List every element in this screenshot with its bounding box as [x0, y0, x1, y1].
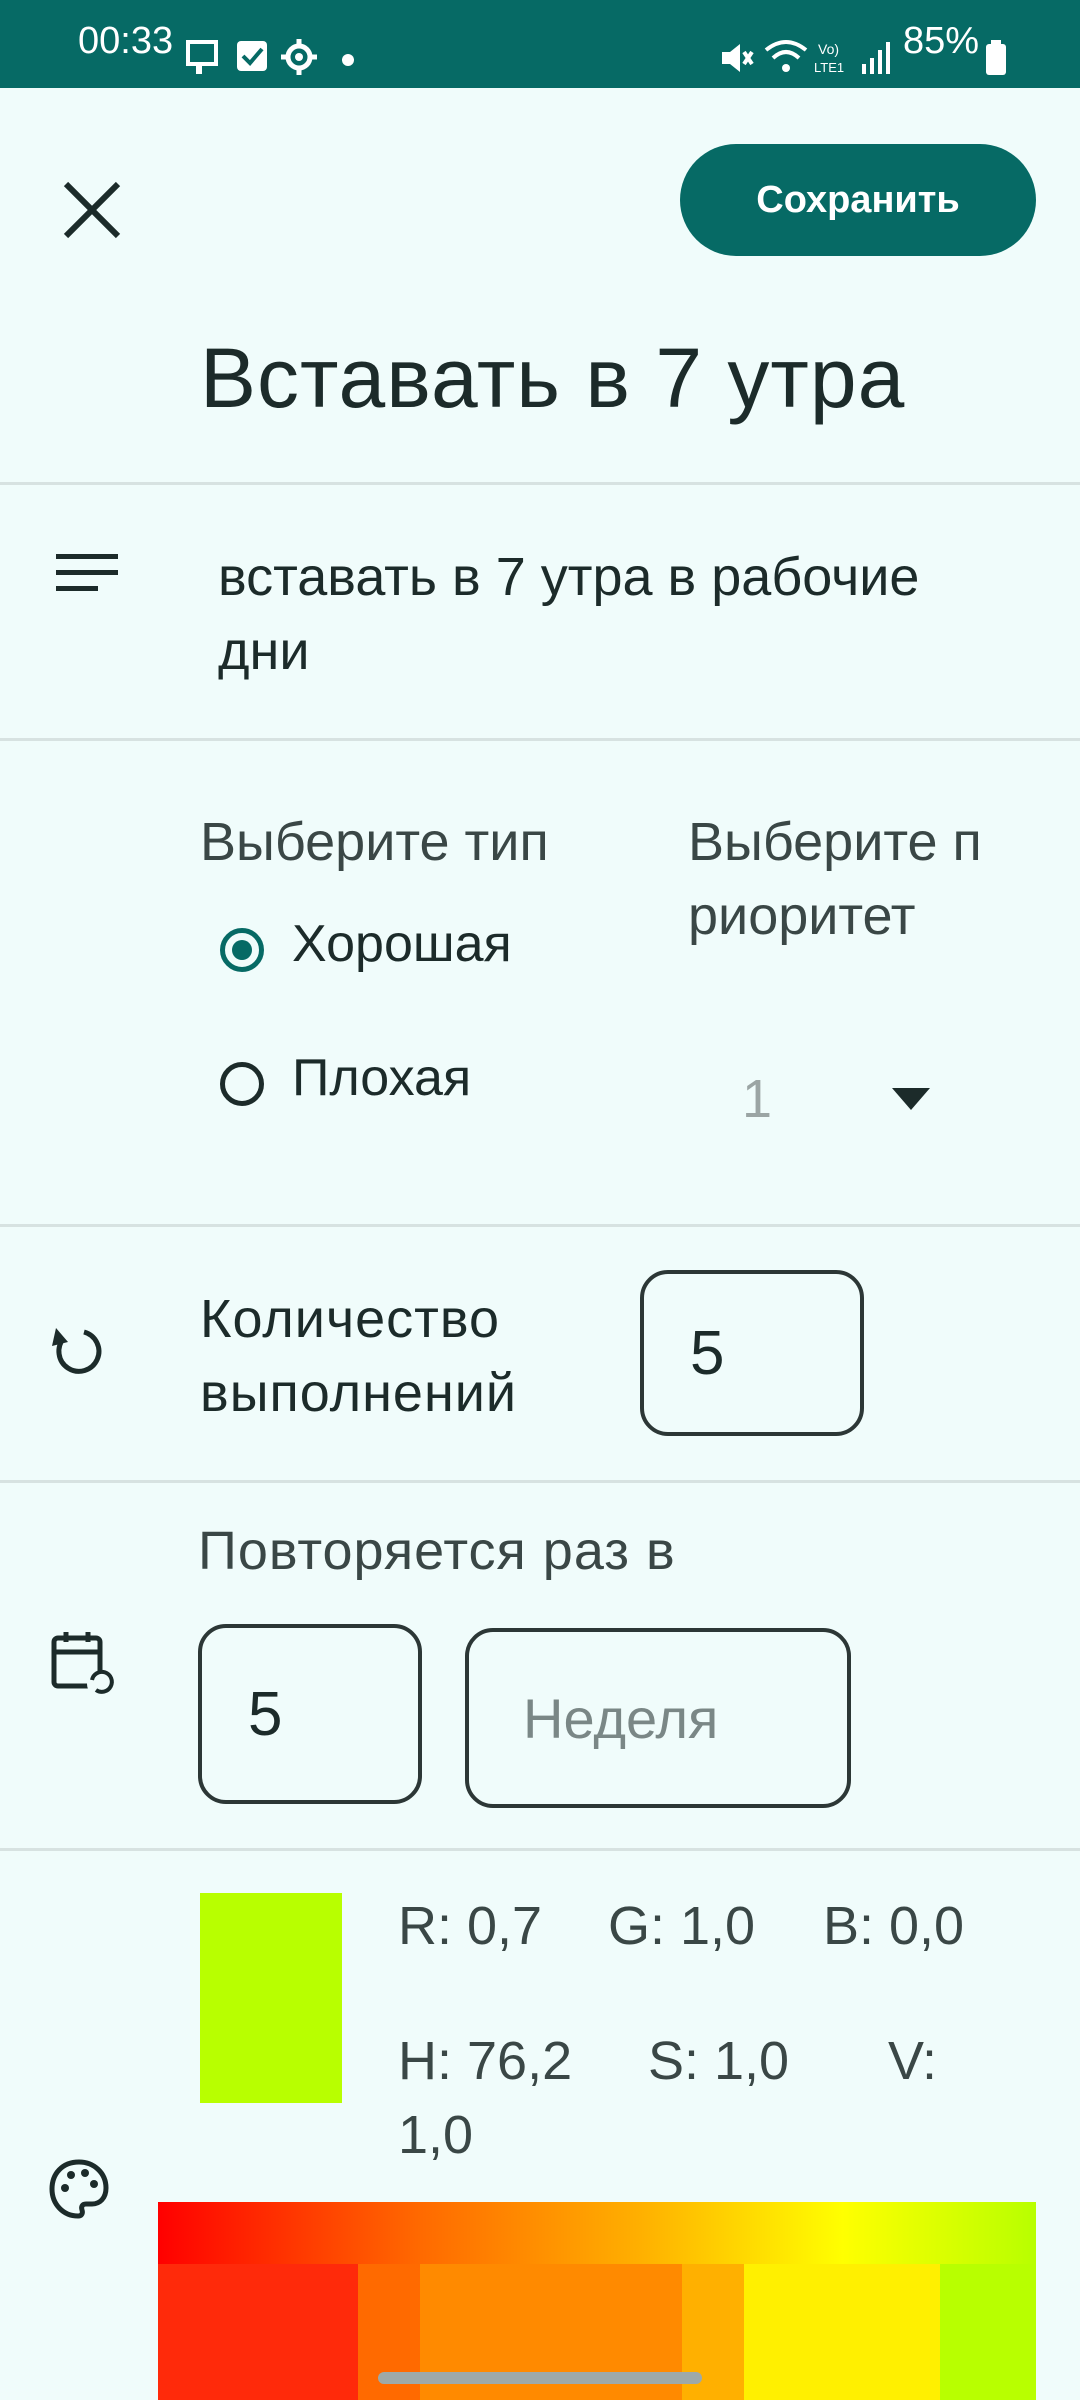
sim-icon	[186, 40, 218, 74]
divider	[0, 1224, 1080, 1227]
repeat-label: Повторяется раз в	[198, 1521, 676, 1581]
blue-value: B: 0,0	[823, 1896, 965, 1956]
divider	[0, 1848, 1080, 1851]
status-time: 00:33	[78, 20, 174, 62]
battery-icon	[986, 40, 1006, 75]
repeat-unit-select[interactable]: Неделя	[465, 1628, 851, 1808]
gradient-cell[interactable]	[940, 2264, 1036, 2400]
divider	[0, 738, 1080, 741]
repeat-count-input[interactable]: 5	[198, 1624, 422, 1804]
priority-label: Выберите приоритет	[688, 812, 982, 946]
gradient-cell[interactable]	[158, 2264, 358, 2400]
radio-bad-label[interactable]: Плохая	[292, 1048, 471, 1108]
mute-icon	[722, 44, 754, 72]
radio-good-label[interactable]: Хорошая	[292, 914, 512, 974]
notes-icon	[56, 554, 118, 591]
red-value: R: 0,7	[398, 1896, 543, 1956]
save-button[interactable]: Сохранить	[680, 144, 1036, 256]
calendar-repeat-icon	[51, 1632, 114, 1697]
status-bar: 00:33 Vo) LTE1 85%	[0, 0, 1080, 88]
priority-select-value[interactable]: 1	[742, 1068, 772, 1130]
color-swatch	[200, 1893, 342, 2103]
radio-bad[interactable]	[220, 1062, 264, 1106]
description-field[interactable]: вставать в 7 утра в рабочие дни	[218, 540, 978, 688]
divider	[0, 1480, 1080, 1483]
saturation-value: S: 1,0	[648, 2031, 790, 2091]
svg-text:Vo): Vo)	[818, 41, 839, 57]
settings-notification-icon	[281, 39, 317, 75]
repeat-icon	[52, 1328, 102, 1374]
executions-label: Количество выполнений	[200, 1289, 518, 1423]
close-icon[interactable]	[52, 170, 132, 250]
svg-text:LTE1: LTE1	[814, 60, 844, 75]
signal-icon	[862, 42, 890, 74]
value-label: V:	[888, 2031, 938, 2091]
checkbox-notification-icon	[237, 41, 267, 71]
hue-value: H: 76,2	[398, 2031, 573, 2091]
radio-good[interactable]	[220, 928, 264, 972]
palette-icon	[49, 2159, 109, 2219]
type-label: Выберите тип	[200, 812, 549, 872]
dot-icon	[342, 54, 354, 66]
volte-icon: Vo) LTE1	[814, 41, 844, 75]
page-title[interactable]: Вставать в 7 утра	[200, 330, 905, 427]
color-picker-gradient[interactable]	[158, 2202, 1036, 2400]
divider	[0, 482, 1080, 485]
green-value: G: 1,0	[608, 1896, 756, 1956]
wifi-icon	[764, 40, 808, 72]
navigation-handle[interactable]	[378, 2372, 702, 2384]
battery-percent: 85%	[903, 20, 980, 62]
dropdown-arrow-icon[interactable]	[892, 1088, 930, 1110]
value-number: 1,0	[398, 2105, 474, 2165]
executions-input[interactable]: 5	[640, 1270, 864, 1436]
